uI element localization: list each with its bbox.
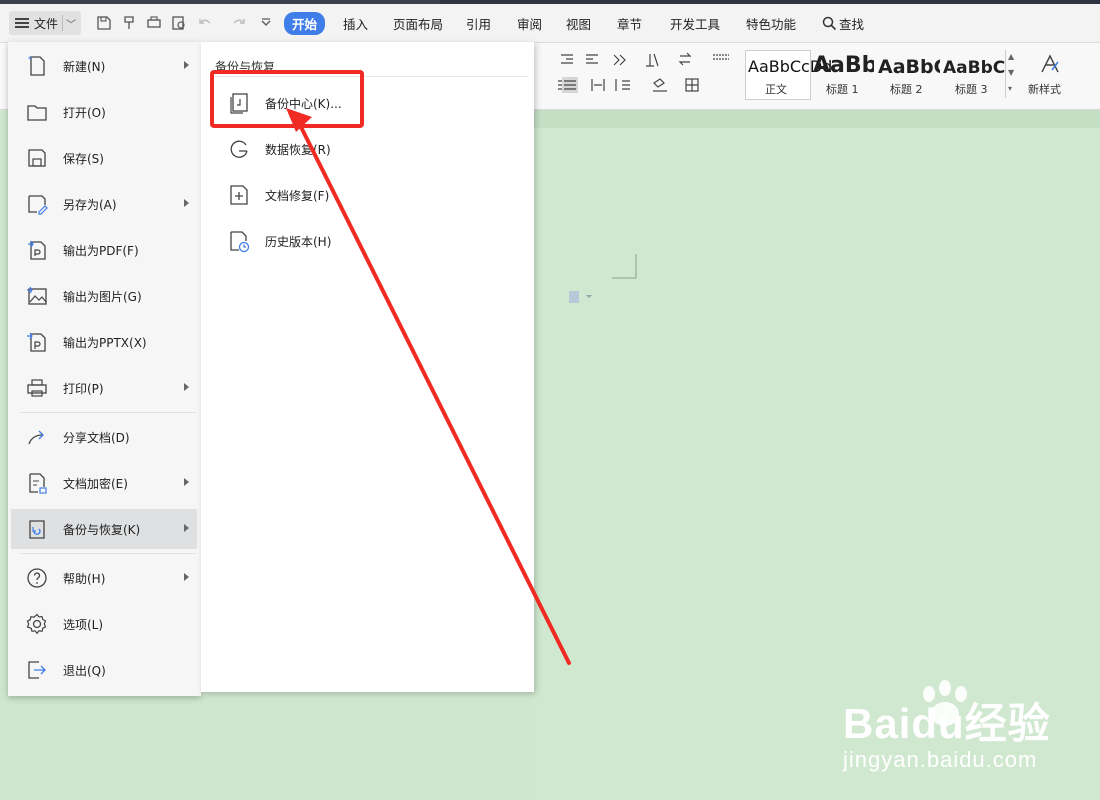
watermark-url: jingyan.baidu.com: [843, 747, 1038, 772]
baidu-watermark: Baidu经验 jingyan.baidu.com: [843, 680, 1051, 773]
paw-logo-icon: [923, 680, 967, 726]
